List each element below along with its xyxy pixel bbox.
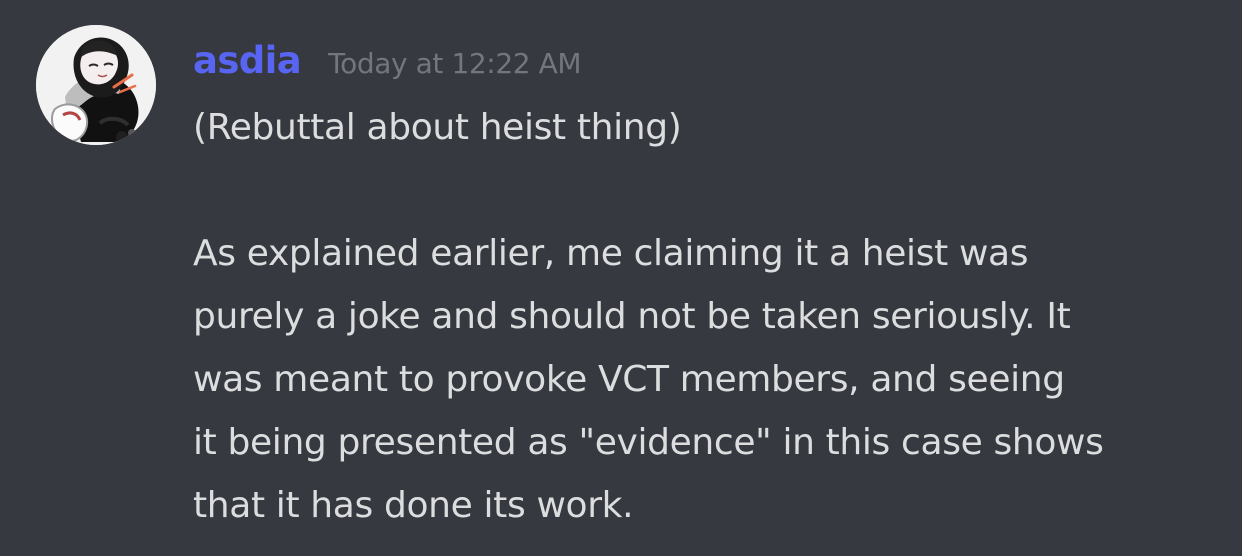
message-content: (Rebuttal about heist thing) As explaine… [193, 96, 1223, 537]
username[interactable]: asdia [193, 37, 302, 85]
anime-avatar-icon [36, 25, 156, 145]
message-timestamp[interactable]: Today at 12:22 AM [328, 40, 581, 88]
message-line: As explained earlier, me claiming it a h… [193, 233, 1029, 274]
message-line: it being presented as "evidence" in this… [193, 422, 1104, 463]
chat-message: asdia Today at 12:22 AM (Rebuttal about … [0, 0, 1242, 556]
message-line: purely a joke and should not be taken se… [193, 296, 1071, 337]
message-line [193, 159, 1223, 222]
message-line: (Rebuttal about heist thing) [193, 107, 682, 148]
message-line: was meant to provoke VCT members, and se… [193, 359, 1065, 400]
user-avatar[interactable] [36, 25, 156, 145]
message-header: asdia Today at 12:22 AM [193, 37, 582, 88]
message-line: that it has done its work. [193, 485, 634, 526]
